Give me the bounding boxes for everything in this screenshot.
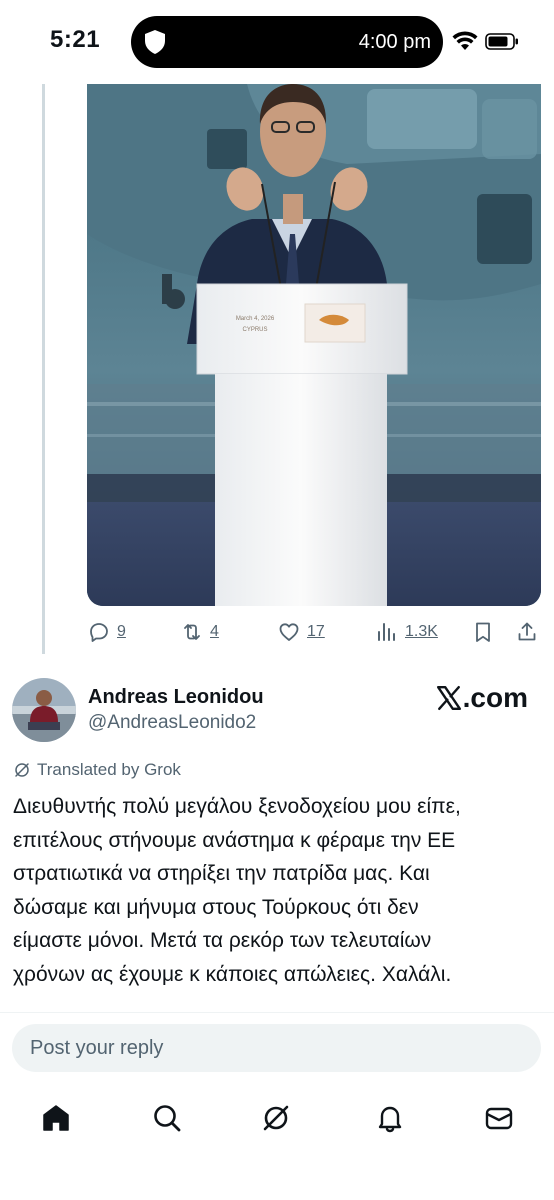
wifi-icon [452,31,478,50]
nav-messages[interactable] [483,1102,515,1134]
reply-button[interactable]: 9 [87,618,126,646]
thread-connector-line [42,84,45,654]
heart-icon [279,623,299,641]
retweet-button[interactable]: 4 [180,618,219,646]
views-button[interactable]: 1.3K [375,618,438,646]
bookmark-button[interactable] [471,618,495,646]
home-icon [43,1105,69,1131]
share-icon [518,622,536,641]
island-time: 4:00 pm [358,31,431,53]
reply-count: 9 [117,623,126,640]
avatar[interactable] [12,678,76,742]
nav-grok[interactable] [260,1102,292,1134]
like-count: 17 [307,623,325,640]
grok-icon [15,763,29,777]
like-button[interactable]: 17 [277,618,325,646]
press-conference-photo: March 4, 2026 CYPRUS [87,84,541,606]
bottom-navigation [0,1092,554,1144]
dynamic-island: 4:00 pm [131,16,443,68]
mail-icon [485,1107,513,1130]
shield-icon [145,30,165,54]
nav-notifications[interactable] [374,1102,406,1134]
x-com-text: .com [462,682,528,713]
divider [0,1012,554,1013]
grok-icon [263,1105,289,1131]
retweet-icon [184,624,200,640]
post-text: Διευθυντής πολύ μεγάλου ξενοδοχείου μου … [13,795,461,986]
search-icon [154,1105,181,1132]
translation-note[interactable]: Translated by Grok [13,760,181,780]
x-logo-icon [436,685,461,711]
podium-text-country: CYPRUS [242,327,267,333]
bookmark-icon [476,622,490,642]
reply-box[interactable] [12,1024,541,1072]
reply-input[interactable] [12,1024,541,1072]
retweet-count: 4 [210,623,219,640]
avatar-photo [12,678,76,742]
battery-icon [485,33,518,50]
x-com-badge: .com [436,682,528,714]
author-name[interactable]: Andreas Leonidou [88,686,264,709]
views-count: 1.3K [405,623,438,640]
status-bar: 5:21 4:00 pm [0,0,554,80]
tweet-action-bar: 9 4 17 1.3K [87,614,541,648]
translation-label: Translated by Grok [37,760,181,779]
author-handle[interactable]: @AndreasLeonido2 [88,712,256,734]
views-icon [378,623,395,641]
status-time: 5:21 [50,26,101,53]
reply-icon [90,623,108,642]
tweet-image[interactable]: March 4, 2026 CYPRUS [87,84,541,606]
share-button[interactable] [515,618,539,646]
bell-icon [378,1106,402,1133]
nav-home[interactable] [40,1102,72,1134]
podium-text-date: March 4, 2026 [236,316,275,322]
nav-search[interactable] [151,1102,183,1134]
